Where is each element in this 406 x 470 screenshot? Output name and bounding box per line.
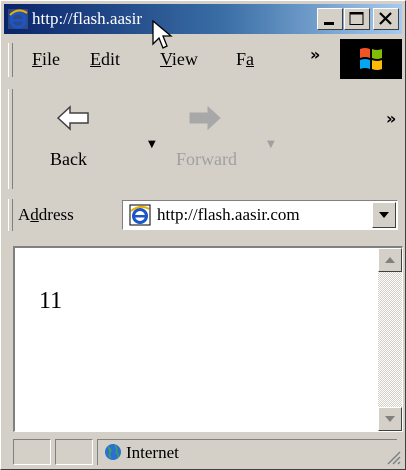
menu-view[interactable]: View	[160, 49, 198, 70]
chevron-down-icon	[379, 212, 389, 218]
resize-grip-icon[interactable]	[385, 449, 401, 465]
ie-logo-icon	[8, 9, 28, 29]
back-arrow-icon	[56, 105, 89, 131]
address-label: Address	[18, 205, 74, 224]
status-bar: Internet	[13, 437, 403, 467]
menu-grip[interactable]	[8, 43, 13, 77]
maximize-button[interactable]	[344, 8, 370, 30]
internet-globe-icon	[105, 444, 121, 460]
minimize-icon	[324, 22, 334, 25]
security-zone-label: Internet	[126, 443, 179, 462]
scroll-down-button[interactable]	[378, 407, 402, 431]
page-content[interactable]: 11	[13, 246, 403, 432]
status-pane-1	[13, 439, 51, 465]
vertical-scrollbar[interactable]	[378, 248, 402, 431]
back-label: Back	[50, 149, 87, 169]
forward-history-dropdown-icon: ▼	[267, 139, 275, 150]
toolbar-grip[interactable]	[8, 89, 13, 189]
title-bar[interactable]: http://flash.aasir	[4, 4, 402, 49]
close-button[interactable]	[373, 8, 399, 30]
forward-label: Forward	[176, 149, 237, 169]
minimize-button[interactable]	[317, 8, 343, 30]
maximize-icon	[349, 12, 364, 25]
back-button[interactable]: Back	[42, 93, 122, 183]
menu-favorites[interactable]: Fa	[236, 49, 254, 70]
window-title: http://flash.aasir	[32, 9, 143, 28]
address-bar: Address http://flash.aasir.com	[4, 196, 402, 234]
scroll-up-button[interactable]	[378, 248, 402, 272]
forward-button: Forward	[164, 93, 254, 183]
menu-file[interactable]: File	[32, 49, 60, 70]
standard-toolbar: Back ▼ Forward ▼ »	[4, 85, 402, 193]
address-value: http://flash.aasir.com	[157, 205, 300, 224]
back-history-dropdown-icon[interactable]: ▼	[148, 139, 156, 150]
address-input[interactable]: http://flash.aasir.com	[122, 200, 398, 230]
close-icon	[379, 12, 392, 25]
arrow-down-icon	[385, 416, 395, 422]
status-zone-pane: Internet	[97, 439, 397, 465]
windows-logo-icon	[340, 39, 402, 79]
forward-arrow-icon	[189, 105, 221, 131]
menu-edit[interactable]: Edit	[90, 49, 120, 70]
toolbar-overflow-chevron-icon[interactable]: »	[386, 109, 396, 128]
content-text: 11	[39, 288, 63, 314]
addressbar-grip[interactable]	[8, 199, 13, 231]
address-dropdown-button[interactable]	[372, 202, 396, 228]
arrow-up-icon	[385, 257, 395, 263]
page-icon	[129, 204, 151, 226]
menu-bar: File Edit View Fa »	[4, 39, 402, 81]
browser-window: http://flash.aasir File Edit View Fa » B…	[0, 0, 406, 470]
menu-overflow-chevron-icon[interactable]: »	[310, 45, 320, 64]
status-pane-2	[55, 439, 93, 465]
